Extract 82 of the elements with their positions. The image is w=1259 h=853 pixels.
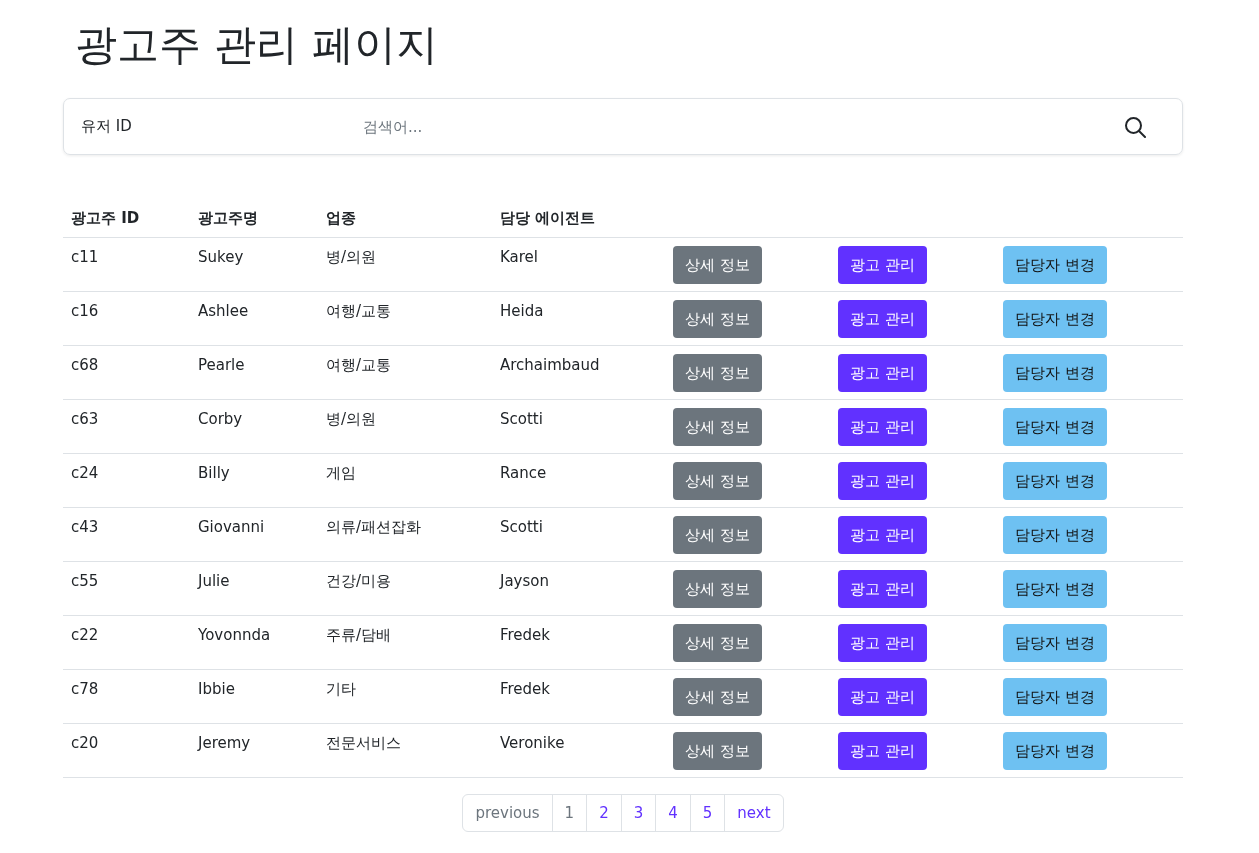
table-cell: Ibbie <box>190 669 318 724</box>
table-cell: 병/의원 <box>318 399 492 454</box>
table-cell: c22 <box>63 615 190 670</box>
detail-button[interactable]: 상세 정보 <box>673 300 762 338</box>
ad-manage-button[interactable]: 광고 관리 <box>838 624 927 662</box>
detail-button[interactable]: 상세 정보 <box>673 246 762 284</box>
column-header: 광고주 ID <box>63 200 190 238</box>
table-cell: Karel <box>492 237 665 292</box>
table-cell: Sukey <box>190 237 318 292</box>
detail-button[interactable]: 상세 정보 <box>673 462 762 500</box>
page-title: 광고주 관리 페이지 <box>74 19 439 71</box>
table-cell: c78 <box>63 669 190 724</box>
table-cell: 병/의원 <box>318 237 492 292</box>
table-cell: Billy <box>190 453 318 508</box>
table-cell: 전문서비스 <box>318 723 492 778</box>
table-cell: Scotti <box>492 507 665 562</box>
table-cell: Jeremy <box>190 723 318 778</box>
table-cell: 주류/담배 <box>318 615 492 670</box>
table-cell: Heida <box>492 291 665 346</box>
table-cell: Rance <box>492 453 665 508</box>
page-link[interactable]: 3 <box>620 795 656 831</box>
change-agent-button[interactable]: 담당자 변경 <box>1003 300 1107 338</box>
table-cell: Corby <box>190 399 318 454</box>
ad-manage-button[interactable]: 광고 관리 <box>838 732 927 770</box>
table-cell: Jayson <box>492 561 665 616</box>
next-link[interactable]: next <box>724 795 783 831</box>
detail-button[interactable]: 상세 정보 <box>673 732 762 770</box>
change-agent-button[interactable]: 담당자 변경 <box>1003 354 1107 392</box>
column-header: 업종 <box>318 200 492 238</box>
ad-manage-button[interactable]: 광고 관리 <box>838 246 927 284</box>
ad-manage-button[interactable]: 광고 관리 <box>838 408 927 446</box>
detail-button[interactable]: 상세 정보 <box>673 570 762 608</box>
table-cell: Ashlee <box>190 291 318 346</box>
table-cell: Yovonnda <box>190 615 318 670</box>
ad-manage-button[interactable]: 광고 관리 <box>838 354 927 392</box>
detail-button[interactable]: 상세 정보 <box>673 354 762 392</box>
table-cell: 게임 <box>318 453 492 508</box>
ad-manage-button[interactable]: 광고 관리 <box>838 300 927 338</box>
table-cell: 의류/패션잡화 <box>318 507 492 562</box>
column-header: 광고주명 <box>190 200 318 238</box>
table-cell: c43 <box>63 507 190 562</box>
detail-button[interactable]: 상세 정보 <box>673 678 762 716</box>
table-cell: c55 <box>63 561 190 616</box>
ad-manage-button[interactable]: 광고 관리 <box>838 462 927 500</box>
change-agent-button[interactable]: 담당자 변경 <box>1003 624 1107 662</box>
ad-manage-button[interactable]: 광고 관리 <box>838 516 927 554</box>
search-label: 유저 ID <box>81 117 133 136</box>
table-cell: Giovanni <box>190 507 318 562</box>
table-cell: c11 <box>63 237 190 292</box>
page-link[interactable]: 5 <box>689 795 725 831</box>
table-cell: Julie <box>190 561 318 616</box>
change-agent-button[interactable]: 담당자 변경 <box>1003 678 1107 716</box>
detail-button[interactable]: 상세 정보 <box>673 624 762 662</box>
table-cell: c63 <box>63 399 190 454</box>
ad-manage-button[interactable]: 광고 관리 <box>838 678 927 716</box>
table-cell: Fredek <box>492 669 665 724</box>
table-cell: Scotti <box>492 399 665 454</box>
table-cell: Archaimbaud <box>492 345 665 400</box>
ad-manage-button[interactable]: 광고 관리 <box>838 570 927 608</box>
change-agent-button[interactable]: 담당자 변경 <box>1003 516 1107 554</box>
table-cell: 여행/교통 <box>318 345 492 400</box>
table-cell: 여행/교통 <box>318 291 492 346</box>
column-header: 담당 에이전트 <box>492 200 665 238</box>
change-agent-button[interactable]: 담당자 변경 <box>1003 732 1107 770</box>
table-cell: Veronike <box>492 723 665 778</box>
table-cell: c20 <box>63 723 190 778</box>
change-agent-button[interactable]: 담당자 변경 <box>1003 462 1107 500</box>
table-cell: 기타 <box>318 669 492 724</box>
detail-button[interactable]: 상세 정보 <box>673 516 762 554</box>
table-cell: c24 <box>63 453 190 508</box>
page-link[interactable]: 4 <box>655 795 690 831</box>
table-cell: c16 <box>63 291 190 346</box>
change-agent-button[interactable]: 담당자 변경 <box>1003 246 1107 284</box>
table-cell: c68 <box>63 345 190 400</box>
page-link[interactable]: 2 <box>586 795 621 831</box>
table-cell: Fredek <box>492 615 665 670</box>
change-agent-button[interactable]: 담당자 변경 <box>1003 408 1107 446</box>
table-cell: Pearle <box>190 345 318 400</box>
detail-button[interactable]: 상세 정보 <box>673 408 762 446</box>
table-cell: 건강/미용 <box>318 561 492 616</box>
change-agent-button[interactable]: 담당자 변경 <box>1003 570 1107 608</box>
search-icon[interactable] <box>1124 115 1146 138</box>
